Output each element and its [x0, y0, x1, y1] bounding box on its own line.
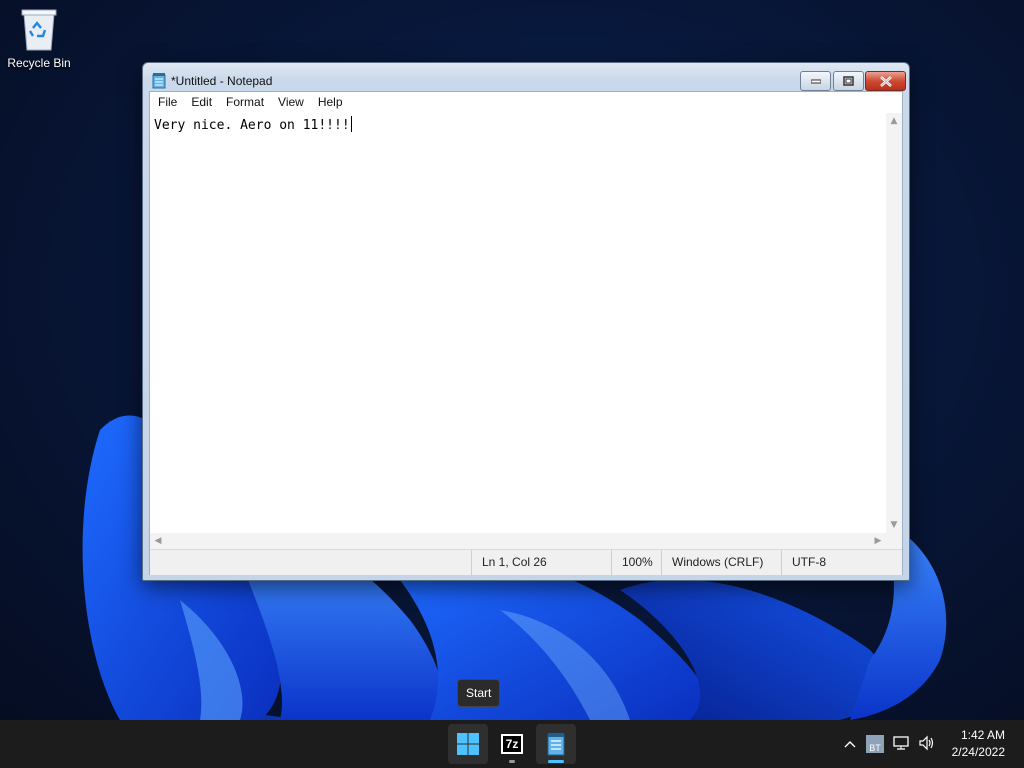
- menu-bar: File Edit Format View Help: [150, 92, 902, 113]
- start-button[interactable]: [448, 724, 488, 764]
- minimize-button[interactable]: [800, 71, 831, 91]
- close-button[interactable]: [865, 71, 906, 91]
- scroll-up-arrow-icon[interactable]: ▲: [889, 116, 899, 126]
- vertical-scrollbar[interactable]: ▲ ▼: [886, 113, 902, 533]
- menu-format[interactable]: Format: [219, 92, 271, 113]
- taskbar-app-notepad[interactable]: [536, 724, 576, 764]
- editor-text-value: Very nice. Aero on 11!!!!: [154, 118, 350, 133]
- maximize-button[interactable]: [833, 71, 864, 91]
- start-tooltip: Start: [457, 679, 501, 707]
- maximize-icon: [843, 76, 854, 86]
- notepad-icon: [547, 733, 565, 756]
- desktop-icon-recycle-bin[interactable]: Recycle Bin: [4, 6, 74, 70]
- text-caret: [350, 116, 352, 132]
- menu-edit[interactable]: Edit: [184, 92, 219, 113]
- taskbar: 7z BT 1:42 AM 2/24/2022: [0, 720, 1024, 768]
- clock-time: 1:42 AM: [960, 728, 1005, 742]
- status-encoding: UTF-8: [781, 550, 902, 575]
- menu-file[interactable]: File: [151, 92, 184, 113]
- volume-icon[interactable]: [918, 735, 936, 754]
- taskbar-app-7zip[interactable]: 7z: [492, 724, 532, 764]
- 7z-icon: 7z: [501, 734, 523, 754]
- notepad-client-area: File Edit Format View Help Very nice. Ae…: [149, 91, 903, 575]
- desktop-icon-label: Recycle Bin: [7, 56, 71, 70]
- status-line-ending: Windows (CRLF): [661, 550, 781, 575]
- bluetooth-icon[interactable]: BT: [866, 735, 884, 753]
- minimize-icon: [810, 79, 821, 84]
- close-icon: [879, 75, 892, 87]
- recycle-bin-icon: [19, 6, 59, 52]
- scrollbar-corner: [886, 533, 902, 549]
- text-editor[interactable]: Very nice. Aero on 11!!!!: [150, 113, 886, 533]
- window-title: *Untitled - Notepad: [171, 74, 273, 88]
- scroll-right-arrow-icon[interactable]: ▶: [873, 536, 883, 546]
- system-tray: BT: [842, 720, 936, 768]
- horizontal-scrollbar[interactable]: ◀ ▶: [150, 533, 886, 549]
- chevron-up-icon[interactable]: [842, 734, 858, 754]
- menu-help[interactable]: Help: [311, 92, 350, 113]
- windows-logo-icon: [457, 733, 479, 755]
- scroll-down-arrow-icon[interactable]: ▼: [889, 520, 899, 530]
- status-bar: Ln 1, Col 26 100% Windows (CRLF) UTF-8: [150, 549, 902, 575]
- notepad-window[interactable]: *Untitled - Notepad File Edit Format Vie…: [142, 62, 910, 581]
- editor-content: Very nice. Aero on 11!!!!: [154, 116, 352, 133]
- taskbar-running-indicator: [509, 760, 515, 763]
- notepad-icon: [152, 73, 166, 89]
- taskbar-clock[interactable]: 1:42 AM 2/24/2022: [952, 727, 1005, 761]
- menu-view[interactable]: View: [271, 92, 311, 113]
- network-icon[interactable]: [892, 735, 910, 754]
- status-zoom: 100%: [611, 550, 661, 575]
- status-cursor-position: Ln 1, Col 26: [471, 550, 611, 575]
- clock-date: 2/24/2022: [951, 745, 1005, 759]
- taskbar-active-indicator: [548, 760, 564, 763]
- scroll-left-arrow-icon[interactable]: ◀: [153, 536, 163, 546]
